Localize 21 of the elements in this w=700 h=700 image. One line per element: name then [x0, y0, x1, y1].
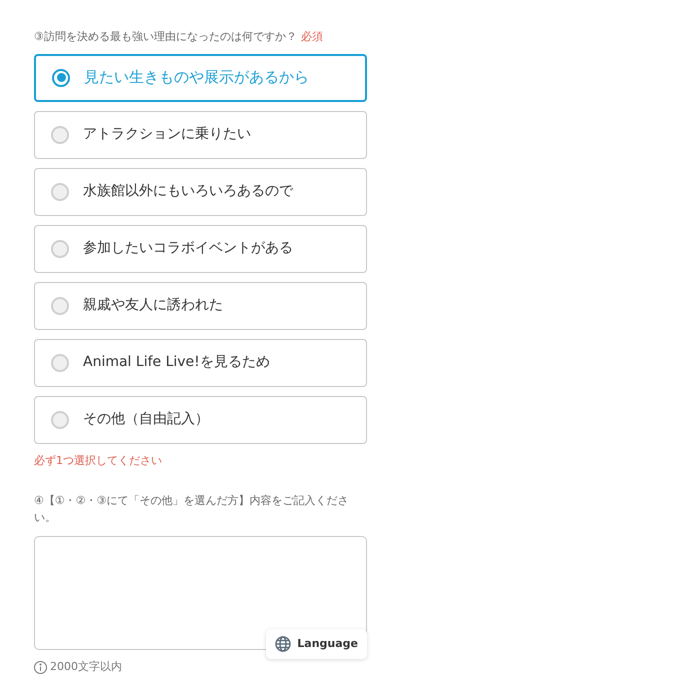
radio-option[interactable]: アトラクションに乗りたい — [34, 110, 367, 158]
required-label: 必須 — [300, 29, 323, 45]
radio-icon — [51, 126, 69, 144]
info-icon — [34, 660, 47, 674]
language-button[interactable]: Language — [266, 629, 367, 659]
radio-option[interactable]: 水族館以外にもいろいろあるので — [34, 168, 367, 216]
character-limit-note: 2000文字以内 — [50, 659, 122, 675]
radio-icon — [51, 354, 69, 372]
radio-option[interactable]: その他（自由記入） — [34, 396, 367, 444]
radio-icon — [51, 182, 69, 200]
radio-option[interactable]: Animal Life Live!を見るため — [34, 338, 367, 386]
question-label: ③訪問を決める最も強い理由になったのは何ですか？ — [34, 29, 297, 45]
error-message: 必ず1つ選択してください — [34, 452, 163, 468]
question-label: ④【①・②・③にて「その他」を選んだ方】内容をご記入ください。 — [34, 493, 350, 526]
radio-option[interactable]: 親戚や友人に誘われた — [34, 282, 367, 330]
radio-option[interactable]: 参加したいコラボイベントがある — [34, 224, 367, 272]
radio-icon — [51, 410, 69, 428]
radio-icon — [51, 296, 69, 314]
globe-icon — [275, 636, 292, 652]
radio-icon — [52, 68, 70, 86]
radio-icon — [51, 240, 69, 258]
